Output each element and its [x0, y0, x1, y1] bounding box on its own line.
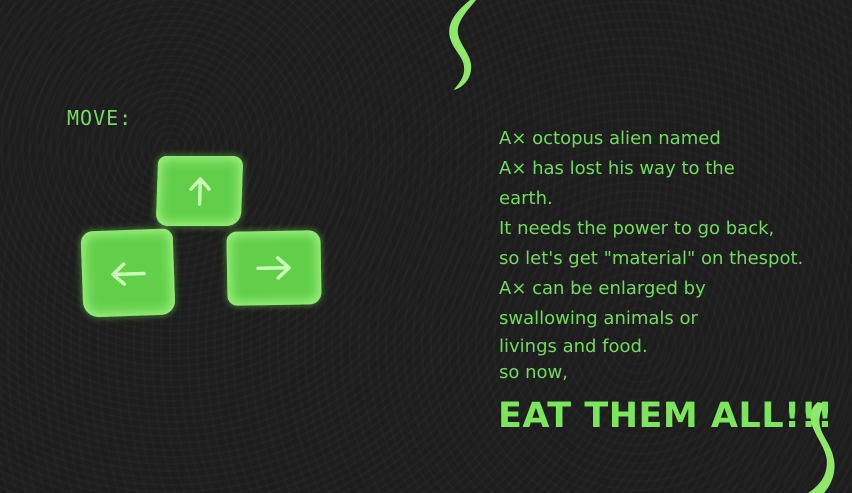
story-text: A× octopus alien named A× has lost his w…	[499, 124, 839, 386]
story-line: A× octopus alien named	[499, 128, 721, 149]
eat-them-all-headline: EAT THEM ALL!!!	[498, 396, 834, 436]
move-right-key[interactable]	[226, 230, 322, 306]
game-instructions-screen: MOVE: A× octopus alien named A× has lost…	[0, 0, 852, 493]
tentacle-top-decoration	[449, 0, 476, 90]
story-line: swallowing animals or	[499, 308, 698, 329]
move-left-key[interactable]	[80, 228, 176, 318]
arrow-up-icon	[188, 177, 211, 206]
move-up-key[interactable]	[155, 156, 244, 226]
story-line: so let's get "material" on thespot.	[499, 248, 804, 269]
move-title: MOVE:	[67, 106, 133, 130]
story-line: earth.	[499, 188, 553, 209]
arrow-left-icon	[111, 262, 146, 286]
arrow-right-icon	[256, 256, 291, 280]
story-line: so now,	[499, 362, 568, 383]
story-line: A× has lost his way to the	[499, 158, 735, 179]
story-line: A× can be enlarged by	[499, 278, 706, 299]
story-line: It needs the power to go back,	[499, 218, 775, 239]
story-line: livings and food.	[499, 336, 648, 357]
